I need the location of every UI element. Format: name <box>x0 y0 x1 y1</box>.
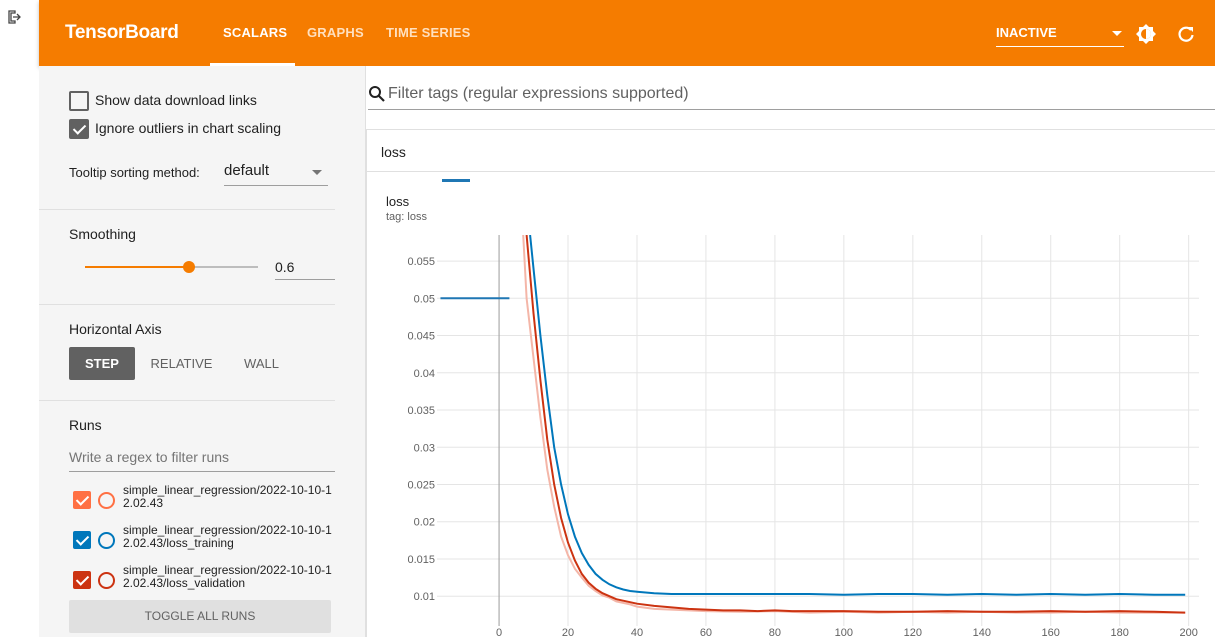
smoothing-value: 0.6 <box>275 259 295 275</box>
run-checkbox[interactable] <box>73 491 91 509</box>
reload-select-value: INACTIVE <box>996 25 1057 40</box>
smoothing-slider[interactable] <box>85 261 258 273</box>
refresh-icon[interactable] <box>1176 24 1196 44</box>
y-tick-label: 0.04 <box>414 368 435 380</box>
axis-step-button[interactable]: STEP <box>69 347 135 380</box>
series-line <box>525 235 1186 614</box>
chevron-down-icon <box>1112 31 1122 36</box>
run-color-icon[interactable] <box>98 532 115 549</box>
ignore-outliers-label: Ignore outliers in chart scaling <box>95 120 281 136</box>
search-icon <box>369 86 385 102</box>
x-tick-label: 60 <box>700 627 712 637</box>
x-tick-label: 100 <box>835 627 853 637</box>
logout-icon[interactable] <box>8 10 24 26</box>
run-color-icon[interactable] <box>98 492 115 509</box>
run-checkbox[interactable] <box>73 531 91 549</box>
slider-thumb[interactable] <box>182 261 195 273</box>
x-tick-label: 40 <box>631 627 643 637</box>
top-bar: TensorBoard SCALARS GRAPHS TIME SERIES I… <box>39 0 1215 66</box>
options-section: Show data download links Ignore outliers… <box>39 66 335 210</box>
series-line <box>529 235 1186 596</box>
chevron-down-icon <box>312 170 322 175</box>
tooltip-sort-value: default <box>224 162 270 179</box>
runs-filter-field[interactable] <box>69 446 335 472</box>
run-label: simple_linear_regression/2022-10-10-12.0… <box>123 483 332 510</box>
y-tick-label: 0.01 <box>414 591 435 603</box>
y-tick-label: 0.05 <box>414 293 435 305</box>
x-tick-label: 140 <box>973 627 991 637</box>
tooltip-sort-select[interactable]: default <box>224 161 328 186</box>
run-label: simple_linear_regression/2022-10-10-12.0… <box>123 523 332 550</box>
run-checkbox[interactable] <box>73 571 91 589</box>
run-color-icon[interactable] <box>98 572 115 589</box>
main-content: loss loss tag: loss 0.010.0150.020.0250.… <box>366 66 1215 637</box>
smoothing-value-input[interactable]: 0.6 <box>275 253 335 280</box>
x-tick-label: 160 <box>1042 627 1060 637</box>
tag-group-label: loss <box>381 144 406 160</box>
tab-scalars[interactable]: SCALARS <box>223 25 287 40</box>
x-tick-label: 0 <box>496 627 502 637</box>
x-tick-label: 180 <box>1111 627 1129 637</box>
axis-relative-button[interactable]: RELATIVE <box>143 347 220 380</box>
run-item[interactable]: simple_linear_regression/2022-10-10-12.0… <box>73 564 335 600</box>
x-tick-label: 20 <box>562 627 574 637</box>
checkbox-checked[interactable] <box>69 119 89 139</box>
app-title: TensorBoard <box>65 22 179 43</box>
horizontal-axis-title: Horizontal Axis <box>69 321 162 337</box>
run-item[interactable]: simple_linear_regression/2022-10-10-12.0… <box>73 524 335 560</box>
checkbox-unchecked[interactable] <box>69 91 89 111</box>
y-tick-label: 0.03 <box>414 442 435 454</box>
run-item[interactable]: simple_linear_regression/2022-10-10-12.0… <box>73 484 335 520</box>
series-line <box>522 235 1186 614</box>
runs-title: Runs <box>69 417 102 433</box>
y-tick-label: 0.025 <box>407 479 435 491</box>
x-tick-label: 120 <box>904 627 922 637</box>
axis-wall-button[interactable]: WALL <box>229 347 294 380</box>
show-download-links-label: Show data download links <box>95 92 257 108</box>
tab-graphs[interactable]: GRAPHS <box>307 25 364 40</box>
tag-filter-bar[interactable] <box>368 83 1215 110</box>
y-tick-label: 0.02 <box>414 517 435 529</box>
sidebar: Show data download links Ignore outliers… <box>39 66 366 637</box>
slider-fill <box>85 266 189 268</box>
reload-select[interactable]: INACTIVE <box>996 22 1124 47</box>
toggle-all-runs-button[interactable]: TOGGLE ALL RUNS <box>69 600 331 633</box>
runs-filter-input[interactable] <box>69 449 329 465</box>
y-tick-label: 0.015 <box>407 554 435 566</box>
tooltip-sort-label: Tooltip sorting method: <box>69 165 200 180</box>
x-tick-label: 80 <box>769 627 781 637</box>
loss-chart[interactable]: 0.01 0.015 0.02 0.025 0.03 0.035 0.04 0.045 0.05… <box>367 172 1215 637</box>
y-tick-label: 0.045 <box>407 331 435 343</box>
scalar-card: loss tag: loss 0.01 0.015 0.02 0.025 0.03 0.0… <box>366 172 1215 637</box>
x-tick-label: 200 <box>1179 627 1197 637</box>
smoothing-title: Smoothing <box>69 226 136 242</box>
tag-group-header[interactable]: loss <box>366 129 1215 172</box>
y-tick-label: 0.055 <box>407 256 435 268</box>
tab-time-series[interactable]: TIME SERIES <box>386 25 471 40</box>
tag-filter-input[interactable] <box>388 85 1188 103</box>
theme-toggle-icon[interactable] <box>1136 24 1156 44</box>
y-tick-label: 0.035 <box>407 405 435 417</box>
run-label: simple_linear_regression/2022-10-10-12.0… <box>123 563 332 590</box>
